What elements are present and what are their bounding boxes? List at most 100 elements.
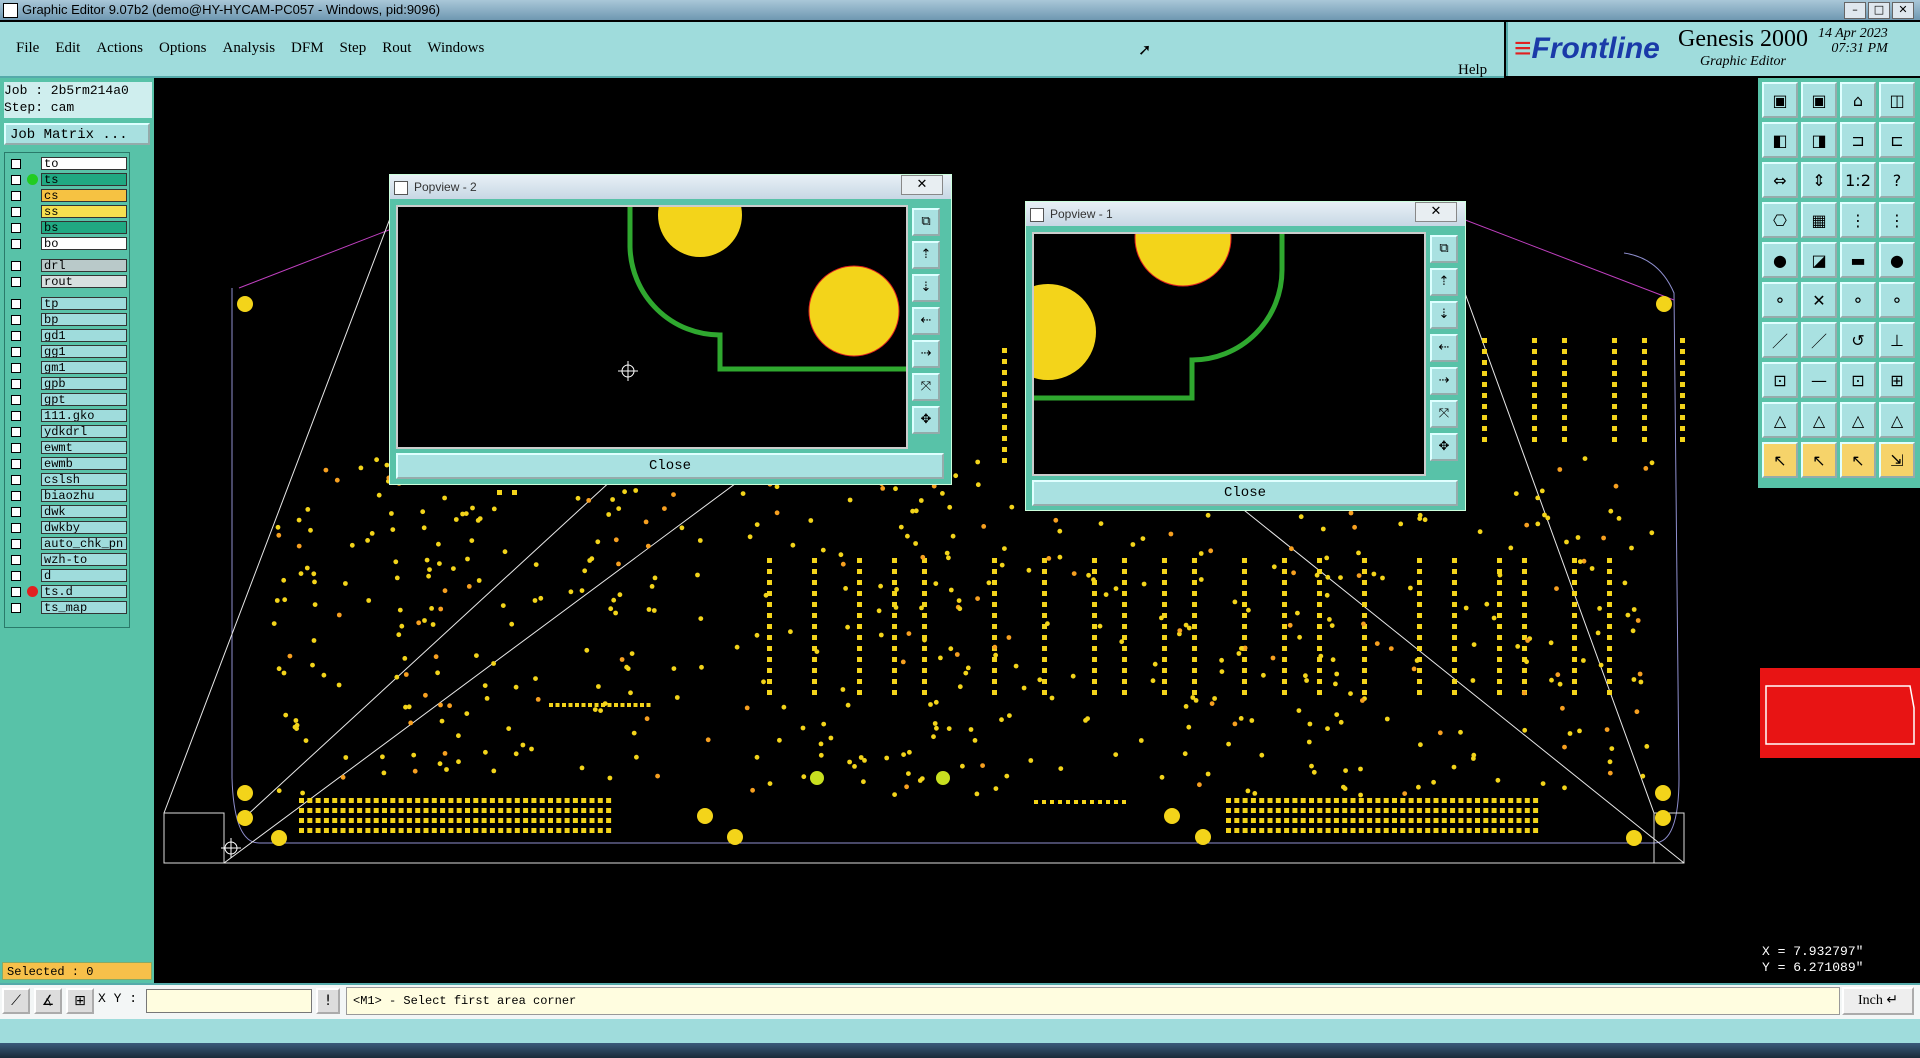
- popview-2-close-button[interactable]: Close: [396, 453, 944, 479]
- menu-step[interactable]: Step: [332, 40, 375, 57]
- layer-name[interactable]: ss: [41, 205, 127, 218]
- layer-row[interactable]: ewmt: [5, 441, 129, 455]
- tool-button-32-icon[interactable]: △: [1762, 402, 1798, 438]
- tool-button-23-icon[interactable]: ⚬: [1879, 282, 1915, 318]
- tool-button-4-icon[interactable]: ◧: [1762, 122, 1798, 158]
- layer-checkbox[interactable]: [11, 459, 21, 469]
- tool-button-38-icon[interactable]: ↖: [1840, 442, 1876, 478]
- layer-checkbox[interactable]: [11, 491, 21, 501]
- tool-button-34-icon[interactable]: △: [1840, 402, 1876, 438]
- menu-analysis[interactable]: Analysis: [215, 40, 284, 57]
- popview-2-x-button[interactable]: ✕: [901, 175, 943, 195]
- layer-name[interactable]: wzh-to: [41, 553, 127, 566]
- tool-button-25-icon[interactable]: ／: [1801, 322, 1837, 358]
- layer-name[interactable]: rout: [41, 275, 127, 288]
- tool-button-37-icon[interactable]: ↖: [1801, 442, 1837, 478]
- layer-name[interactable]: d: [41, 569, 127, 582]
- menu-windows[interactable]: Windows: [419, 40, 492, 57]
- layer-name[interactable]: gg1: [41, 345, 127, 358]
- warning-icon[interactable]: !: [316, 988, 340, 1014]
- layer-name[interactable]: gpt: [41, 393, 127, 406]
- layer-checkbox[interactable]: [11, 507, 21, 517]
- layer-checkbox[interactable]: [11, 475, 21, 485]
- tool-button-17-icon[interactable]: ◪: [1801, 242, 1837, 278]
- minimize-button[interactable]: –: [1844, 2, 1866, 19]
- layer-checkbox[interactable]: [11, 159, 21, 169]
- tool-button-6-icon[interactable]: ⊐: [1840, 122, 1876, 158]
- tool-button-24-icon[interactable]: ／: [1762, 322, 1798, 358]
- layer-name[interactable]: to: [41, 157, 127, 170]
- layer-name[interactable]: cslsh: [41, 473, 127, 486]
- tool-button-5-icon[interactable]: ◨: [1801, 122, 1837, 158]
- layer-name[interactable]: bs: [41, 221, 127, 234]
- tool-button-22-icon[interactable]: ⚬: [1840, 282, 1876, 318]
- layer-name[interactable]: cs: [41, 189, 127, 202]
- layer-checkbox[interactable]: [11, 363, 21, 373]
- grid-icon[interactable]: ⊞: [66, 988, 94, 1014]
- layer-checkbox[interactable]: [11, 539, 21, 549]
- layer-name[interactable]: bp: [41, 313, 127, 326]
- popview-up-icon[interactable]: ⇡: [912, 241, 940, 269]
- layer-row[interactable]: gm1: [5, 361, 129, 375]
- tool-button-21-icon[interactable]: ✕: [1801, 282, 1837, 318]
- close-window-button[interactable]: ✕: [1892, 2, 1914, 19]
- popview-left-icon[interactable]: ⇠: [1430, 334, 1458, 362]
- layer-row[interactable]: ewmb: [5, 457, 129, 471]
- layer-row[interactable]: rout: [5, 275, 129, 289]
- popview-fit-icon[interactable]: ⤧: [912, 373, 940, 401]
- tool-button-29-icon[interactable]: —: [1801, 362, 1837, 398]
- layer-row[interactable]: bs: [5, 221, 129, 235]
- tool-button-19-icon[interactable]: ●: [1879, 242, 1915, 278]
- tool-button-11-icon[interactable]: ?: [1879, 162, 1915, 198]
- tool-button-20-icon[interactable]: ⚬: [1762, 282, 1798, 318]
- layer-name[interactable]: drl: [41, 259, 127, 272]
- layer-name[interactable]: ydkdrl: [41, 425, 127, 438]
- layer-name[interactable]: ts: [41, 173, 127, 186]
- layer-row[interactable]: dwkby: [5, 521, 129, 535]
- tool-button-2-icon[interactable]: ⌂: [1840, 82, 1876, 118]
- layer-row[interactable]: ss: [5, 205, 129, 219]
- layer-name[interactable]: ewmb: [41, 457, 127, 470]
- menu-file[interactable]: File: [8, 40, 47, 57]
- tool-button-0-icon[interactable]: ▣: [1762, 82, 1798, 118]
- angle-icon[interactable]: ∡: [34, 988, 62, 1014]
- layer-row[interactable]: wzh-to: [5, 553, 129, 567]
- layer-row[interactable]: gd1: [5, 329, 129, 343]
- layer-checkbox[interactable]: [11, 603, 21, 613]
- layer-checkbox[interactable]: [11, 331, 21, 341]
- layer-checkbox[interactable]: [11, 223, 21, 233]
- tool-button-31-icon[interactable]: ⊞: [1879, 362, 1915, 398]
- layer-checkbox[interactable]: [11, 347, 21, 357]
- layer-row[interactable]: d: [5, 569, 129, 583]
- layer-checkbox[interactable]: [11, 239, 21, 249]
- layer-name[interactable]: biaozhu: [41, 489, 127, 502]
- layer-name[interactable]: gm1: [41, 361, 127, 374]
- layer-row[interactable]: bo: [5, 237, 129, 251]
- popview-pan-icon[interactable]: ✥: [912, 406, 940, 434]
- tool-button-16-icon[interactable]: ●: [1762, 242, 1798, 278]
- tool-button-8-icon[interactable]: ⇔: [1762, 162, 1798, 198]
- layer-name[interactable]: 111.gko: [41, 409, 127, 422]
- tool-button-7-icon[interactable]: ⊏: [1879, 122, 1915, 158]
- layer-name[interactable]: dwkby: [41, 521, 127, 534]
- layer-row[interactable]: cslsh: [5, 473, 129, 487]
- tool-button-12-icon[interactable]: ⎔: [1762, 202, 1798, 238]
- xy-input[interactable]: [146, 989, 312, 1013]
- layer-row[interactable]: auto_chk_pn:: [5, 537, 129, 551]
- tool-button-36-icon[interactable]: ↖: [1762, 442, 1798, 478]
- layer-name[interactable]: dwk: [41, 505, 127, 518]
- popview-right-icon[interactable]: ⇢: [1430, 367, 1458, 395]
- tool-button-1-icon[interactable]: ▣: [1801, 82, 1837, 118]
- popview-down-icon[interactable]: ⇣: [1430, 301, 1458, 329]
- tool-button-39-icon[interactable]: ⇲: [1879, 442, 1915, 478]
- layer-checkbox[interactable]: [11, 427, 21, 437]
- layer-name[interactable]: ewmt: [41, 441, 127, 454]
- menu-rout[interactable]: Rout: [374, 40, 419, 57]
- menu-actions[interactable]: Actions: [88, 40, 151, 57]
- popview-fit-icon[interactable]: ⤧: [1430, 400, 1458, 428]
- popview-up-icon[interactable]: ⇡: [1430, 268, 1458, 296]
- layer-row[interactable]: gpb: [5, 377, 129, 391]
- layer-checkbox[interactable]: [11, 207, 21, 217]
- popview-zoom-icon[interactable]: ⧉: [912, 208, 940, 236]
- popview-1-view[interactable]: [1032, 232, 1426, 476]
